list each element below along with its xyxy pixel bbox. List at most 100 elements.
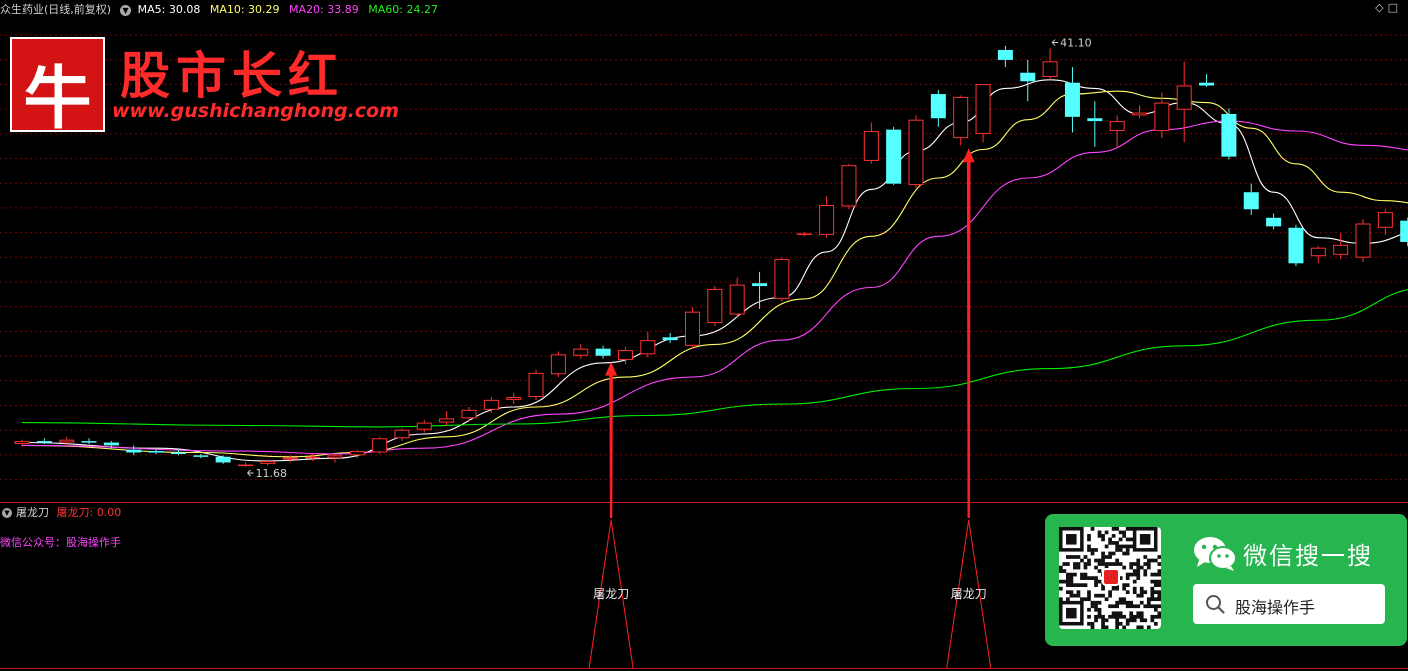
qr-module	[1136, 611, 1141, 616]
qr-module	[1111, 551, 1116, 556]
candle-body	[1064, 82, 1080, 117]
qr-module	[1118, 597, 1123, 602]
qr-module	[1076, 562, 1081, 566]
wechat-search-box[interactable]: 股海操作手	[1193, 584, 1385, 624]
qr-module	[1062, 579, 1067, 584]
qr-module	[1059, 586, 1063, 591]
candle-body	[349, 451, 365, 456]
candle	[953, 95, 969, 146]
qr-module	[1097, 614, 1102, 619]
candle-body	[595, 348, 611, 356]
candle	[394, 428, 410, 442]
candle	[528, 369, 544, 400]
candle-body	[148, 451, 164, 453]
qr-module	[1129, 527, 1134, 531]
qr-module	[1080, 583, 1084, 587]
square-icon[interactable]: □	[1388, 1, 1402, 14]
qr-module	[1125, 604, 1130, 609]
qr-module	[1104, 530, 1109, 535]
qr-module	[1111, 527, 1116, 531]
qr-module	[1139, 614, 1144, 619]
high-price-label: 41.10	[1060, 37, 1092, 50]
qr-module	[1101, 555, 1105, 559]
wechat-search-card[interactable]: 微信搜一搜 股海操作手	[1045, 514, 1407, 646]
qr-module	[1146, 597, 1151, 602]
qr-module	[1101, 586, 1105, 591]
window-controls[interactable]: ◇□	[1375, 1, 1402, 14]
qr-module	[1111, 586, 1116, 591]
wechat-icon	[1194, 537, 1237, 571]
indicator-note: 微信公众号：股海操作手	[0, 536, 121, 549]
qr-module	[1097, 607, 1102, 612]
candle	[1266, 213, 1282, 230]
qr-module	[1125, 576, 1130, 580]
candle	[729, 277, 745, 318]
candle-body	[372, 438, 388, 453]
qr-module	[1143, 555, 1148, 559]
qr-module	[1094, 548, 1098, 552]
qr-module	[1080, 597, 1084, 602]
candle-body	[1199, 82, 1215, 86]
candle-body	[685, 311, 700, 346]
qr-module	[1157, 555, 1162, 559]
qr-module	[1090, 527, 1095, 531]
candle-body	[550, 354, 566, 375]
qr-module	[1139, 590, 1144, 595]
candle	[372, 436, 388, 454]
qr-module	[1132, 590, 1137, 595]
qr-module	[1087, 544, 1091, 549]
candle-body	[975, 84, 991, 134]
qr-module	[1129, 565, 1134, 570]
signal-arrows	[605, 148, 975, 519]
qr-module	[1104, 544, 1109, 549]
qr-module	[1118, 614, 1123, 619]
stock-name[interactable]: 众生药业(日线,前复权)	[0, 3, 111, 16]
qr-module	[1108, 593, 1112, 598]
qr-module	[1115, 611, 1119, 616]
qr-module	[1097, 611, 1102, 616]
candle-body	[193, 455, 209, 457]
candle-body	[729, 284, 745, 315]
ma20-value: 33.89	[327, 3, 359, 16]
candle	[886, 126, 902, 186]
qr-module	[1115, 625, 1119, 630]
indicator-name[interactable]: 屠龙刀	[16, 506, 49, 519]
qr-module	[1094, 583, 1098, 587]
chevron-down-icon[interactable]: ▼	[120, 4, 132, 16]
qr-module	[1066, 555, 1070, 559]
candle	[1400, 217, 1408, 247]
qr-finder-core	[1066, 607, 1077, 619]
candle	[1355, 219, 1371, 262]
qr-module	[1069, 555, 1074, 559]
qr-module	[1136, 576, 1141, 580]
qr-module	[1087, 607, 1091, 612]
candle-body	[81, 441, 97, 443]
candle	[1132, 105, 1147, 119]
qr-module	[1139, 611, 1144, 616]
qr-module	[1101, 621, 1105, 626]
diamond-icon[interactable]: ◇	[1375, 1, 1387, 14]
candle-body	[327, 455, 343, 459]
candle	[215, 455, 231, 464]
qr-module	[1090, 551, 1095, 556]
qr-module	[1087, 534, 1091, 538]
chevron-down-icon[interactable]: ▼	[2, 508, 12, 518]
qr-module	[1111, 562, 1116, 566]
qr-module	[1094, 618, 1098, 623]
qr-module	[1118, 548, 1123, 552]
candle-body	[886, 129, 902, 184]
qr-module	[1136, 572, 1141, 577]
qr-module	[1108, 562, 1112, 566]
qr-module	[1094, 614, 1098, 619]
qr-finder-core	[1139, 534, 1151, 545]
qr-module	[1118, 621, 1123, 626]
qr-module	[1125, 527, 1130, 531]
wechat-card-title: 微信搜一搜	[1243, 542, 1373, 570]
qr-module	[1122, 600, 1127, 605]
candle-body	[752, 283, 768, 287]
qr-module	[1136, 614, 1141, 619]
qr-module	[1150, 618, 1155, 623]
qr-module	[1069, 572, 1074, 577]
qr-module	[1143, 590, 1148, 595]
qr-module	[1125, 544, 1130, 549]
